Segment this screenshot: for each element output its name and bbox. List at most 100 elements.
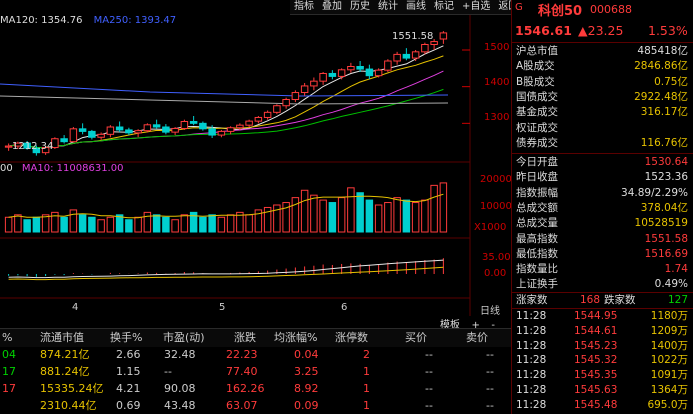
volume-bar — [291, 197, 300, 233]
yaxis-vol-10000: 10000 — [480, 201, 512, 212]
tick-time: 11:28 — [516, 324, 547, 337]
table-cell: 0.09 — [294, 399, 319, 412]
tick-volume: 1400万 — [650, 339, 688, 352]
col-avg-change[interactable]: 均涨幅% — [274, 329, 317, 347]
volume-bar — [152, 214, 161, 233]
template-tabs: 模板 + - — [440, 316, 503, 331]
market-stat-label: 沪总市值 — [516, 45, 558, 57]
volume-bar — [208, 214, 216, 233]
col-bid[interactable]: 买价 — [405, 329, 427, 347]
table-row[interactable]: 17 15335.24亿 4.21 90.08 162.26 8.92 1 -- -- — [0, 380, 511, 397]
index-stat-value: 1523.36 — [644, 171, 688, 184]
market-stat-row: 基金成交 316.17亿 — [512, 105, 693, 120]
xaxis-label-6: 6 — [341, 302, 348, 313]
candle-body — [439, 32, 448, 40]
market-stats: 沪总市值 485418亿 A股成交 2846.86亿 B股成交 0.75亿 国债成交 2922… — [512, 44, 693, 152]
quote-table-header: % 流通市值 换手% 市盈(动) 涨跌 均涨幅% 涨停数 买价 卖价 — [0, 328, 511, 347]
table-cell: 4.21 — [116, 382, 141, 395]
volume-bar — [384, 202, 392, 233]
table-cell: 32.48 — [164, 348, 196, 361]
chart-toolbar: 指标 叠加 历史 统计 画线 标记 +自选 返回 — [290, 0, 518, 15]
kline-chart-area[interactable] — [0, 0, 511, 316]
tick-volume: 1091万 — [650, 369, 688, 382]
table-cell: 04 — [2, 348, 16, 361]
candle-body — [337, 69, 346, 77]
period-daily-tab[interactable]: 日线 — [480, 302, 500, 317]
down-count: 127 — [667, 294, 688, 306]
table-cell: 2 — [363, 348, 370, 361]
candle-body — [143, 124, 152, 132]
index-stat-value: 1551.58 — [644, 232, 688, 245]
table-row[interactable]: 04 874.21亿 2.66 32.48 22.23 0.04 2 -- -- — [0, 346, 511, 363]
index-stat-label: 最高指数 — [516, 232, 558, 245]
candle-body — [4, 145, 13, 148]
col-turnover[interactable]: 换手% — [110, 329, 142, 347]
table-cell: 1.15 — [116, 365, 141, 378]
tick-volume: 1180万 — [650, 310, 688, 322]
up-count: 168 — [580, 294, 601, 306]
tick-volume: 1364万 — [650, 384, 688, 396]
candle-body — [180, 121, 189, 129]
index-code: 000688 — [590, 3, 632, 16]
table-cell: 90.08 — [164, 382, 196, 395]
toolbar-history[interactable]: 历史 — [346, 0, 374, 14]
tick-row: 11:28 1545.23 1400万 — [512, 339, 693, 354]
table-cell: 3.25 — [294, 365, 319, 378]
tick-time: 11:28 — [516, 384, 547, 396]
table-cell: 63.07 — [226, 399, 258, 412]
volume-bar — [134, 216, 142, 233]
tick-price: 1545.35 — [574, 369, 618, 382]
tick-row: 11:28 1544.61 1209万 — [512, 324, 693, 339]
col-float-cap[interactable]: 流通市值 — [40, 329, 84, 347]
volume-bar — [14, 214, 22, 233]
candle-body — [134, 130, 142, 134]
candle-body — [282, 99, 290, 107]
toolbar-mark[interactable]: 标记 — [430, 0, 458, 14]
candle-body — [60, 138, 68, 143]
vol-ma10-label: MA10: 11008631.00 — [21, 163, 124, 174]
table-cell: -- — [425, 348, 433, 361]
candle-body — [106, 126, 115, 135]
tick-list[interactable]: 11:28 1544.95 1180万 11:28 1544.61 1209万 11:28 1… — [512, 309, 693, 414]
toolbar-indicator[interactable]: 指标 — [290, 0, 318, 14]
candle-body — [430, 41, 438, 45]
volume-bar — [32, 216, 41, 233]
col-pct[interactable]: % — [2, 329, 12, 347]
index-stat-label: 指数振幅 — [516, 186, 558, 199]
candle-body — [356, 66, 364, 70]
candle-body — [374, 69, 383, 77]
tick-row: 11:28 1545.48 695.0万 — [512, 398, 693, 413]
toolbar-overlay[interactable]: 叠加 — [318, 0, 346, 14]
volume-bar — [78, 214, 87, 233]
tick-time: 11:28 — [516, 339, 547, 352]
candle-body — [69, 128, 78, 143]
kline-chart[interactable] — [0, 0, 511, 316]
table-row[interactable]: 2310.44亿 0.69 43.48 63.07 0.09 1 -- -- — [0, 397, 511, 414]
tick-price: 1544.61 — [574, 324, 618, 337]
candle-body — [199, 122, 207, 130]
table-row[interactable]: 17 881.24亿 1.15 -- 77.40 3.25 1 -- -- — [0, 363, 511, 380]
index-stat-row: 指数振幅 34.89/2.29% — [512, 186, 693, 201]
tick-price: 1544.95 — [574, 310, 618, 322]
volume-bar — [393, 197, 401, 233]
table-cell: 2.66 — [116, 348, 141, 361]
candle-body — [189, 121, 198, 124]
market-stat-row: 沪总市值 485418亿 — [512, 44, 693, 59]
toolbar-stats[interactable]: 统计 — [374, 0, 402, 14]
col-change[interactable]: 涨跌 — [234, 329, 256, 347]
xaxis-label-4: 4 — [72, 302, 79, 313]
index-stat-value: 1.74 — [664, 263, 688, 276]
toolbar-add-watch[interactable]: +自选 — [458, 0, 494, 14]
col-pe[interactable]: 市盈(动) — [163, 329, 205, 347]
tick-time: 11:28 — [516, 310, 547, 322]
col-limit-up[interactable]: 涨停数 — [335, 329, 368, 347]
candle-body — [411, 51, 420, 59]
candle-body — [421, 44, 429, 53]
divider — [512, 153, 693, 154]
volume-bar — [411, 202, 420, 233]
col-ask[interactable]: 卖价 — [466, 329, 488, 347]
market-stat-row: 权证成交 — [512, 121, 693, 136]
toolbar-draw[interactable]: 画线 — [402, 0, 430, 14]
candle-body — [263, 111, 272, 118]
tick-row: 11:28 1544.95 1180万 — [512, 309, 693, 324]
